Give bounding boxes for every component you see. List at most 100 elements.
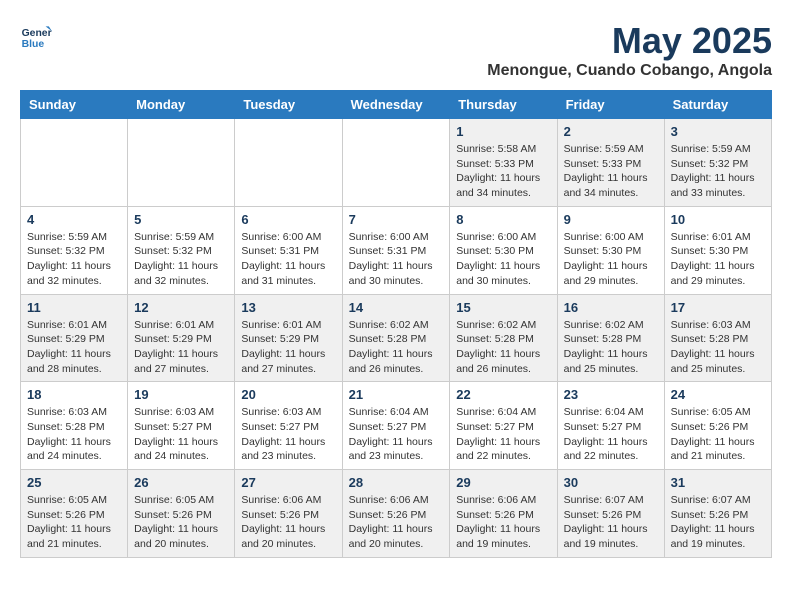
day-number: 16 — [564, 300, 658, 315]
day-number: 22 — [456, 387, 550, 402]
day-number: 4 — [27, 212, 121, 227]
week-row-4: 18Sunrise: 6:03 AM Sunset: 5:28 PM Dayli… — [21, 382, 772, 470]
day-number: 7 — [349, 212, 444, 227]
day-info: Sunrise: 6:07 AM Sunset: 5:26 PM Dayligh… — [564, 493, 658, 552]
weekday-header-friday: Friday — [557, 91, 664, 119]
day-info: Sunrise: 6:00 AM Sunset: 5:31 PM Dayligh… — [349, 230, 444, 289]
day-info: Sunrise: 6:01 AM Sunset: 5:30 PM Dayligh… — [671, 230, 765, 289]
calendar-cell: 6 Sunrise: 6:00 AM Sunset: 5:31 PM Daylig… — [235, 206, 342, 294]
title-area: May 2025 Menongue, Cuando Cobango, Angol… — [487, 20, 772, 80]
day-info: Sunrise: 5:58 AM Sunset: 5:33 PM Dayligh… — [456, 142, 550, 201]
day-number: 25 — [27, 475, 121, 490]
day-info: Sunrise: 6:06 AM Sunset: 5:26 PM Dayligh… — [456, 493, 550, 552]
calendar-cell: 28 Sunrise: 6:06 AM Sunset: 5:26 PM Dayli… — [342, 470, 450, 558]
calendar-cell: 27Sunrise: 6:06 AM Sunset: 5:26 PM Dayli… — [235, 470, 342, 558]
day-info: Sunrise: 6:06 AM Sunset: 5:26 PM Dayligh… — [349, 493, 444, 552]
page-title: May 2025 — [487, 20, 772, 62]
calendar-cell: 12 Sunrise: 6:01 AM Sunset: 5:29 PM Dayli… — [128, 294, 235, 382]
week-row-3: 11 Sunrise: 6:01 AM Sunset: 5:29 PM Dayli… — [21, 294, 772, 382]
calendar-cell: 10 Sunrise: 6:01 AM Sunset: 5:30 PM Dayli… — [664, 206, 771, 294]
calendar-cell: 18Sunrise: 6:03 AM Sunset: 5:28 PM Dayli… — [21, 382, 128, 470]
calendar-cell: 26Sunrise: 6:05 AM Sunset: 5:26 PM Dayli… — [128, 470, 235, 558]
calendar-cell: 22 Sunrise: 6:04 AM Sunset: 5:27 PM Dayli… — [450, 382, 557, 470]
day-number: 21 — [349, 387, 444, 402]
calendar-cell: 8 Sunrise: 6:00 AM Sunset: 5:30 PM Daylig… — [450, 206, 557, 294]
week-row-1: 1 Sunrise: 5:58 AM Sunset: 5:33 PM Daylig… — [21, 119, 772, 207]
calendar-cell: 3 Sunrise: 5:59 AM Sunset: 5:32 PM Daylig… — [664, 119, 771, 207]
calendar-cell: 24 Sunrise: 6:05 AM Sunset: 5:26 PM Dayli… — [664, 382, 771, 470]
day-number: 30 — [564, 475, 658, 490]
day-number: 10 — [671, 212, 765, 227]
day-info: Sunrise: 6:04 AM Sunset: 5:27 PM Dayligh… — [456, 405, 550, 464]
day-number: 20 — [241, 387, 335, 402]
calendar-cell: 9Sunrise: 6:00 AM Sunset: 5:30 PM Daylig… — [557, 206, 664, 294]
day-number: 11 — [27, 300, 121, 315]
weekday-header-wednesday: Wednesday — [342, 91, 450, 119]
day-number: 8 — [456, 212, 550, 227]
calendar-cell: 5 Sunrise: 5:59 AM Sunset: 5:32 PM Daylig… — [128, 206, 235, 294]
day-info: Sunrise: 6:00 AM Sunset: 5:30 PM Dayligh… — [564, 230, 658, 289]
calendar-cell: 14 Sunrise: 6:02 AM Sunset: 5:28 PM Dayli… — [342, 294, 450, 382]
day-number: 6 — [241, 212, 335, 227]
day-number: 29 — [456, 475, 550, 490]
calendar-cell: 15 Sunrise: 6:02 AM Sunset: 5:28 PM Dayli… — [450, 294, 557, 382]
weekday-header-sunday: Sunday — [21, 91, 128, 119]
day-number: 17 — [671, 300, 765, 315]
day-number: 1 — [456, 124, 550, 139]
day-number: 24 — [671, 387, 765, 402]
calendar: SundayMondayTuesdayWednesdayThursdayFrid… — [20, 90, 772, 558]
day-info: Sunrise: 6:02 AM Sunset: 5:28 PM Dayligh… — [456, 318, 550, 377]
day-info: Sunrise: 6:04 AM Sunset: 5:27 PM Dayligh… — [564, 405, 658, 464]
day-info: Sunrise: 6:05 AM Sunset: 5:26 PM Dayligh… — [134, 493, 228, 552]
day-number: 3 — [671, 124, 765, 139]
calendar-cell: 31Sunrise: 6:07 AM Sunset: 5:26 PM Dayli… — [664, 470, 771, 558]
day-info: Sunrise: 6:05 AM Sunset: 5:26 PM Dayligh… — [27, 493, 121, 552]
day-info: Sunrise: 6:04 AM Sunset: 5:27 PM Dayligh… — [349, 405, 444, 464]
logo-icon: General Blue — [20, 20, 52, 52]
calendar-cell: 11Sunrise: 6:01 AM Sunset: 5:29 PM Dayli… — [21, 294, 128, 382]
calendar-cell: 2Sunrise: 5:59 AM Sunset: 5:33 PM Daylig… — [557, 119, 664, 207]
calendar-cell: 23Sunrise: 6:04 AM Sunset: 5:27 PM Dayli… — [557, 382, 664, 470]
calendar-cell — [342, 119, 450, 207]
svg-text:General: General — [22, 28, 52, 39]
day-number: 18 — [27, 387, 121, 402]
calendar-cell — [21, 119, 128, 207]
day-info: Sunrise: 6:01 AM Sunset: 5:29 PM Dayligh… — [241, 318, 335, 377]
calendar-cell: 30 Sunrise: 6:07 AM Sunset: 5:26 PM Dayli… — [557, 470, 664, 558]
calendar-cell: 13 Sunrise: 6:01 AM Sunset: 5:29 PM Dayli… — [235, 294, 342, 382]
day-info: Sunrise: 6:05 AM Sunset: 5:26 PM Dayligh… — [671, 405, 765, 464]
calendar-cell: 17Sunrise: 6:03 AM Sunset: 5:28 PM Dayli… — [664, 294, 771, 382]
logo: General Blue — [20, 20, 52, 52]
week-row-5: 25 Sunrise: 6:05 AM Sunset: 5:26 PM Dayli… — [21, 470, 772, 558]
day-info: Sunrise: 5:59 AM Sunset: 5:33 PM Dayligh… — [564, 142, 658, 201]
calendar-cell: 21 Sunrise: 6:04 AM Sunset: 5:27 PM Dayli… — [342, 382, 450, 470]
day-info: Sunrise: 5:59 AM Sunset: 5:32 PM Dayligh… — [134, 230, 228, 289]
calendar-cell — [128, 119, 235, 207]
day-number: 5 — [134, 212, 228, 227]
calendar-cell: 20Sunrise: 6:03 AM Sunset: 5:27 PM Dayli… — [235, 382, 342, 470]
day-info: Sunrise: 5:59 AM Sunset: 5:32 PM Dayligh… — [27, 230, 121, 289]
weekday-header-tuesday: Tuesday — [235, 91, 342, 119]
calendar-cell: 19Sunrise: 6:03 AM Sunset: 5:27 PM Dayli… — [128, 382, 235, 470]
week-row-2: 4 Sunrise: 5:59 AM Sunset: 5:32 PM Daylig… — [21, 206, 772, 294]
weekday-header-thursday: Thursday — [450, 91, 557, 119]
header: General Blue May 2025 Menongue, Cuando C… — [20, 20, 772, 80]
page-subtitle: Menongue, Cuando Cobango, Angola — [487, 62, 772, 80]
weekday-header-saturday: Saturday — [664, 91, 771, 119]
day-number: 14 — [349, 300, 444, 315]
day-info: Sunrise: 5:59 AM Sunset: 5:32 PM Dayligh… — [671, 142, 765, 201]
day-info: Sunrise: 6:02 AM Sunset: 5:28 PM Dayligh… — [564, 318, 658, 377]
calendar-cell: 16 Sunrise: 6:02 AM Sunset: 5:28 PM Dayli… — [557, 294, 664, 382]
day-number: 28 — [349, 475, 444, 490]
weekday-header-monday: Monday — [128, 91, 235, 119]
day-number: 27 — [241, 475, 335, 490]
day-info: Sunrise: 6:02 AM Sunset: 5:28 PM Dayligh… — [349, 318, 444, 377]
day-number: 13 — [241, 300, 335, 315]
day-number: 12 — [134, 300, 228, 315]
day-info: Sunrise: 6:00 AM Sunset: 5:30 PM Dayligh… — [456, 230, 550, 289]
calendar-cell — [235, 119, 342, 207]
day-number: 15 — [456, 300, 550, 315]
day-info: Sunrise: 6:00 AM Sunset: 5:31 PM Dayligh… — [241, 230, 335, 289]
day-info: Sunrise: 6:01 AM Sunset: 5:29 PM Dayligh… — [134, 318, 228, 377]
calendar-cell: 29 Sunrise: 6:06 AM Sunset: 5:26 PM Dayli… — [450, 470, 557, 558]
